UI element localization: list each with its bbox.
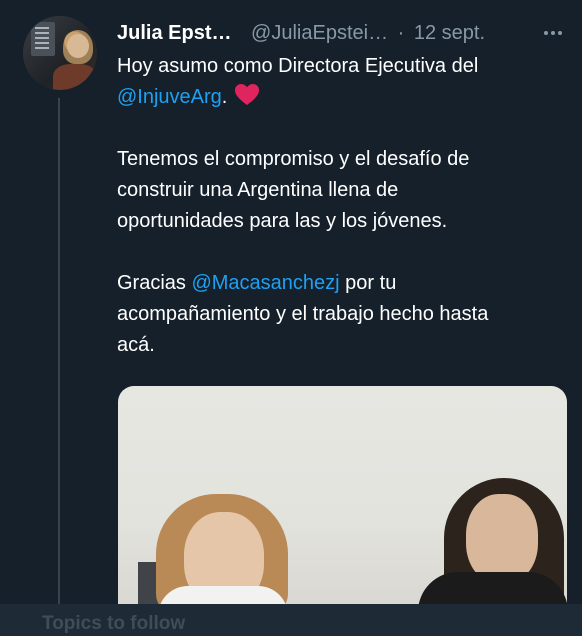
photo-person-right-face — [466, 494, 538, 584]
tweet[interactable]: Julia Epst… @JuliaEpstei… · 12 sept. Hoy… — [0, 0, 582, 608]
photo-person-right-shirt — [418, 572, 567, 604]
tweet-text: Hoy asumo como Directora Ejecutiva del @… — [117, 51, 567, 361]
photo-person-left-shirt — [158, 586, 288, 604]
avatar[interactable] — [23, 16, 97, 90]
text-line: acompañamiento y el trabajo hecho hasta — [117, 303, 489, 325]
heart-icon — [235, 84, 260, 105]
tweet-date[interactable]: 12 sept. — [414, 22, 485, 44]
tweet-header: Julia Epst… @JuliaEpstei… · 12 sept. — [117, 20, 567, 46]
mention-macasanchezj[interactable]: @Macasanchezj — [191, 272, 339, 294]
author-handle[interactable]: @JuliaEpstei… — [251, 22, 388, 44]
topics-to-follow-heading: Topics to follow — [42, 613, 186, 634]
text-line: Gracias @Macasanchezj por tu — [117, 272, 397, 294]
text-line: oportunidades para las y los jóvenes. — [117, 210, 448, 232]
thread-line — [58, 98, 60, 608]
more-horizontal-icon[interactable] — [539, 20, 567, 46]
author-name[interactable]: Julia Epst… — [117, 22, 231, 44]
text-line: @InjuveArg. — [117, 82, 567, 113]
mention-injuvearg[interactable]: @InjuveArg — [117, 86, 222, 108]
avatar-face — [67, 34, 89, 58]
avatar-board — [31, 22, 55, 56]
text-line: acá. — [117, 334, 155, 356]
text-line: Tenemos el compromiso y el desafío de — [117, 148, 470, 170]
text-line: Hoy asumo como Directora Ejecutiva del — [117, 55, 479, 77]
text-line: construir una Argentina llena de — [117, 179, 399, 201]
tweet-photo[interactable] — [118, 386, 567, 604]
header-separator: · — [397, 22, 405, 44]
avatar-body — [53, 64, 97, 90]
topics-bar: Topics to follow — [0, 604, 582, 636]
